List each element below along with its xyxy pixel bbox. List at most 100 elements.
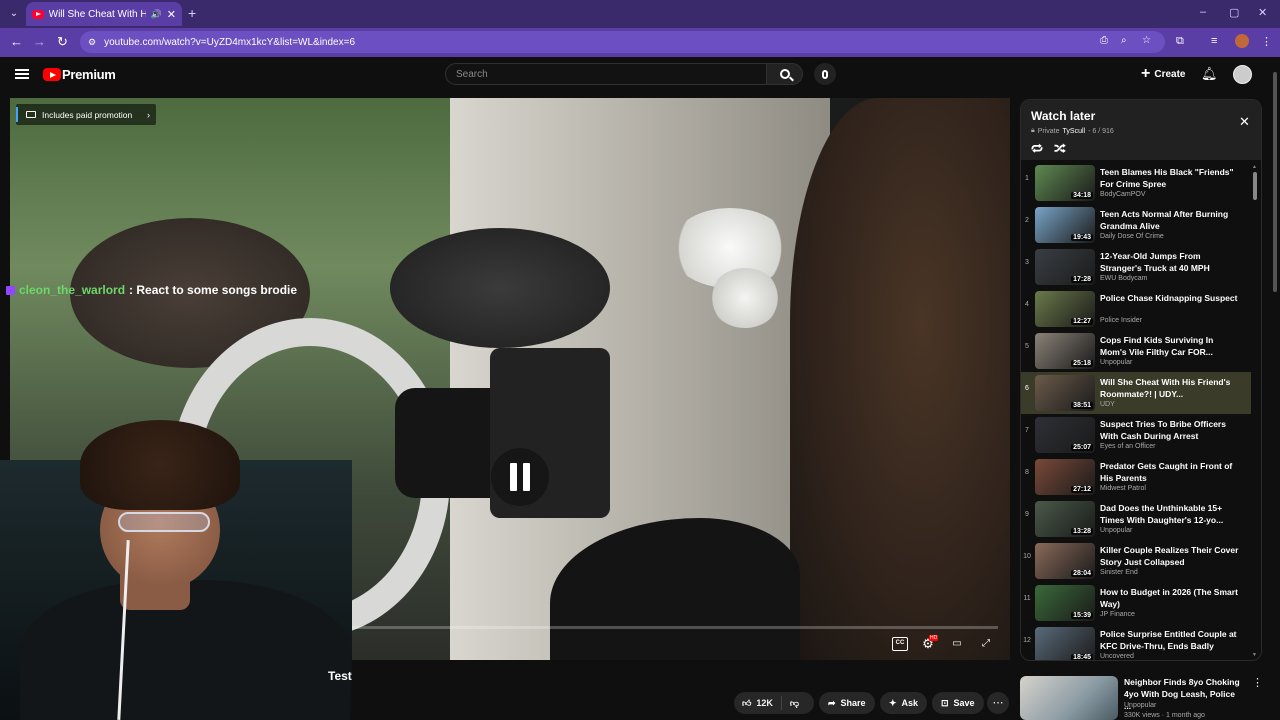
media-controls-icon[interactable]: ≡	[1211, 35, 1217, 47]
create-button[interactable]: + Create	[1133, 63, 1193, 85]
page-scrollbar-thumb[interactable]	[1273, 72, 1277, 292]
like-button[interactable]: 👍︎ 12K	[734, 696, 782, 710]
more-actions-icon[interactable]: ⋯	[987, 692, 1009, 714]
scroll-down-icon[interactable]: ▼	[1252, 652, 1257, 658]
playlist-item[interactable]: 2 19:43 Teen Acts Normal After Burning Gra…	[1021, 204, 1251, 246]
share-button[interactable]: ➦ Share	[819, 692, 875, 714]
minimize-icon[interactable]: –	[1200, 6, 1206, 18]
playlist-item-title[interactable]: Police Chase Kidnapping Suspect	[1100, 292, 1242, 304]
site-info-icon[interactable]: ⚙	[88, 37, 96, 48]
tab-search-button[interactable]: ⌄	[6, 6, 22, 22]
address-bar[interactable]: ⚙ youtube.com/watch?v=UyZD4mx1kcY&list=W…	[80, 31, 1165, 53]
playlist-item-title[interactable]: 12-Year-Old Jumps From Stranger's Truck …	[1100, 250, 1242, 274]
youtube-logo-icon[interactable]	[43, 68, 61, 81]
paid-promotion-badge[interactable]: Includes paid promotion ›	[16, 104, 156, 125]
playlist-item[interactable]: 1 34:18 Teen Blames His Black "Friends" Fo…	[1021, 162, 1251, 204]
forward-icon[interactable]: →	[33, 34, 46, 49]
loop-icon[interactable]: 🔁︎	[1031, 141, 1043, 158]
bookmark-star-icon[interactable]: ☆	[1142, 35, 1151, 46]
close-playlist-icon[interactable]: ✕	[1239, 114, 1250, 130]
playlist-item[interactable]: 3 17:28 12-Year-Old Jumps From Stranger's …	[1021, 246, 1251, 288]
playlist-item-thumbnail[interactable]: 12:27	[1035, 291, 1095, 327]
user-avatar[interactable]	[1233, 65, 1252, 84]
recommended-channel[interactable]: Unpopular	[1124, 702, 1156, 709]
url-text: youtube.com/watch?v=UyZD4mx1kcY&list=WL&…	[104, 36, 356, 48]
voice-search-button[interactable]	[814, 63, 836, 85]
playlist-item-thumbnail[interactable]: 18:45	[1035, 627, 1095, 661]
playlist-item[interactable]: 6 38:51 Will She Cheat With His Friend's R…	[1021, 372, 1251, 414]
audio-playing-icon[interactable]: 🔊	[151, 9, 162, 20]
playlist-item-title[interactable]: Teen Acts Normal After Burning Grandma A…	[1100, 208, 1242, 232]
search-input[interactable]: Search	[445, 63, 767, 85]
playlist-item-channel: Unpopular	[1100, 359, 1133, 366]
browser-tab-active[interactable]: Will She Cheat With His Fri 🔊 ✕	[26, 2, 182, 26]
extensions-icon[interactable]: ⧉	[1176, 35, 1184, 48]
playlist-item-thumbnail[interactable]: 27:12	[1035, 459, 1095, 495]
reload-icon[interactable]: ↻	[57, 34, 68, 50]
menu-icon[interactable]	[15, 69, 29, 79]
new-tab-button[interactable]: +	[188, 5, 196, 21]
duration-badge: 13:28	[1071, 528, 1093, 535]
recommended-video[interactable]: Neighbor Finds 8yo Choking 4yo With Dog …	[1020, 676, 1263, 720]
theater-mode-icon[interactable]: ▭	[949, 637, 965, 651]
playlist-item-thumbnail[interactable]: 25:07	[1035, 417, 1095, 453]
playlist-item-title[interactable]: How to Budget in 2026 (The Smart Way)	[1100, 586, 1242, 610]
playlist-item-channel: Midwest Patrol	[1100, 485, 1146, 492]
playlist-item-thumbnail[interactable]: 28:04	[1035, 543, 1095, 579]
playlist-title[interactable]: Watch later	[1031, 109, 1095, 123]
playlist-item-thumbnail[interactable]: 19:43	[1035, 207, 1095, 243]
close-window-icon[interactable]: ✕	[1258, 6, 1267, 19]
playlist-item-thumbnail[interactable]: 34:18	[1035, 165, 1095, 201]
scroll-up-icon[interactable]: ▲	[1252, 164, 1257, 170]
playlist-meta: 🔒︎ Private TyScull - 6 / 916	[1031, 127, 1114, 135]
ask-button[interactable]: ✦ Ask	[880, 692, 928, 714]
playlist-item[interactable]: 7 25:07 Suspect Tries To Bribe Officers Wi…	[1021, 414, 1251, 456]
playlist-item-title[interactable]: Will She Cheat With His Friend's Roommat…	[1100, 376, 1242, 400]
playlist-item-title[interactable]: Cops Find Kids Surviving In Mom's Vile F…	[1100, 334, 1242, 358]
playlist-item-title[interactable]: Teen Blames His Black "Friends" For Crim…	[1100, 166, 1242, 190]
save-button[interactable]: ⊡ Save	[932, 692, 984, 714]
playlist-scrollbar-thumb[interactable]	[1253, 172, 1257, 200]
logo-text[interactable]: Premium	[62, 67, 116, 82]
playlist-item-title[interactable]: Suspect Tries To Bribe Officers With Cas…	[1100, 418, 1242, 442]
install-app-icon[interactable]: ⎙	[1100, 35, 1108, 46]
duration-badge: 18:45	[1071, 654, 1093, 661]
playlist-item-channel: Police Insider	[1100, 317, 1143, 324]
fullscreen-icon[interactable]: ⤢	[978, 637, 994, 651]
playlist-item-title[interactable]: Killer Couple Realizes Their Cover Story…	[1100, 544, 1242, 568]
playlist-item-thumbnail[interactable]: 25:18	[1035, 333, 1095, 369]
back-icon[interactable]: ←	[10, 34, 23, 49]
playlist-item[interactable]: 11 15:39 How to Budget in 2026 (The Smart …	[1021, 582, 1251, 624]
playlist-item-thumbnail[interactable]: 15:39	[1035, 585, 1095, 621]
playlist-owner[interactable]: TyScull	[1063, 128, 1086, 135]
playlist-item-title[interactable]: Dad Does the Unthinkable 15+ Times With …	[1100, 502, 1242, 526]
playlist-item-thumbnail[interactable]: 38:51	[1035, 375, 1095, 411]
chat-text: : React to some songs brodie	[129, 283, 298, 297]
playlist-item[interactable]: 9 13:28 Dad Does the Unthinkable 15+ Times…	[1021, 498, 1251, 540]
playlist-item[interactable]: 4 12:27 Police Chase Kidnapping Suspect Pol…	[1021, 288, 1251, 330]
playlist-item[interactable]: 12 18:45 Police Surprise Entitled Couple a…	[1021, 624, 1251, 661]
duration-badge: 15:39	[1071, 612, 1093, 619]
playlist-item[interactable]: 10 28:04 Killer Couple Realizes Their Cove…	[1021, 540, 1251, 582]
playlist-item-title[interactable]: Police Surprise Entitled Couple at KFC D…	[1100, 628, 1242, 652]
search-button[interactable]	[767, 63, 803, 85]
recommended-thumbnail[interactable]	[1020, 676, 1118, 720]
notifications-bell-icon[interactable]: 🔔︎	[1201, 67, 1218, 81]
browser-profile-avatar[interactable]	[1235, 34, 1249, 48]
recommended-more-icon[interactable]: ⋮	[1252, 676, 1263, 689]
playlist-item[interactable]: 8 27:12 Predator Gets Caught in Front of H…	[1021, 456, 1251, 498]
zoom-icon[interactable]: ⌕	[1121, 35, 1127, 46]
like-count: 12K	[756, 698, 773, 708]
settings-gear-icon[interactable]: ⚙ HD	[920, 635, 939, 651]
playlist-item-title[interactable]: Predator Gets Caught in Front of His Par…	[1100, 460, 1242, 484]
pause-icon[interactable]	[491, 448, 549, 506]
browser-menu-icon[interactable]: ⋮	[1261, 35, 1272, 48]
close-tab-icon[interactable]: ✕	[167, 8, 176, 21]
shuffle-icon[interactable]: 🔀︎	[1054, 141, 1066, 158]
playlist-item-thumbnail[interactable]: 13:28	[1035, 501, 1095, 537]
maximize-icon[interactable]: ▢	[1229, 6, 1239, 19]
dislike-button[interactable]: 👎︎	[782, 698, 807, 709]
captions-icon[interactable]: CC	[892, 637, 908, 651]
playlist-item-thumbnail[interactable]: 17:28	[1035, 249, 1095, 285]
playlist-item[interactable]: 5 25:18 Cops Find Kids Surviving In Mom's …	[1021, 330, 1251, 372]
